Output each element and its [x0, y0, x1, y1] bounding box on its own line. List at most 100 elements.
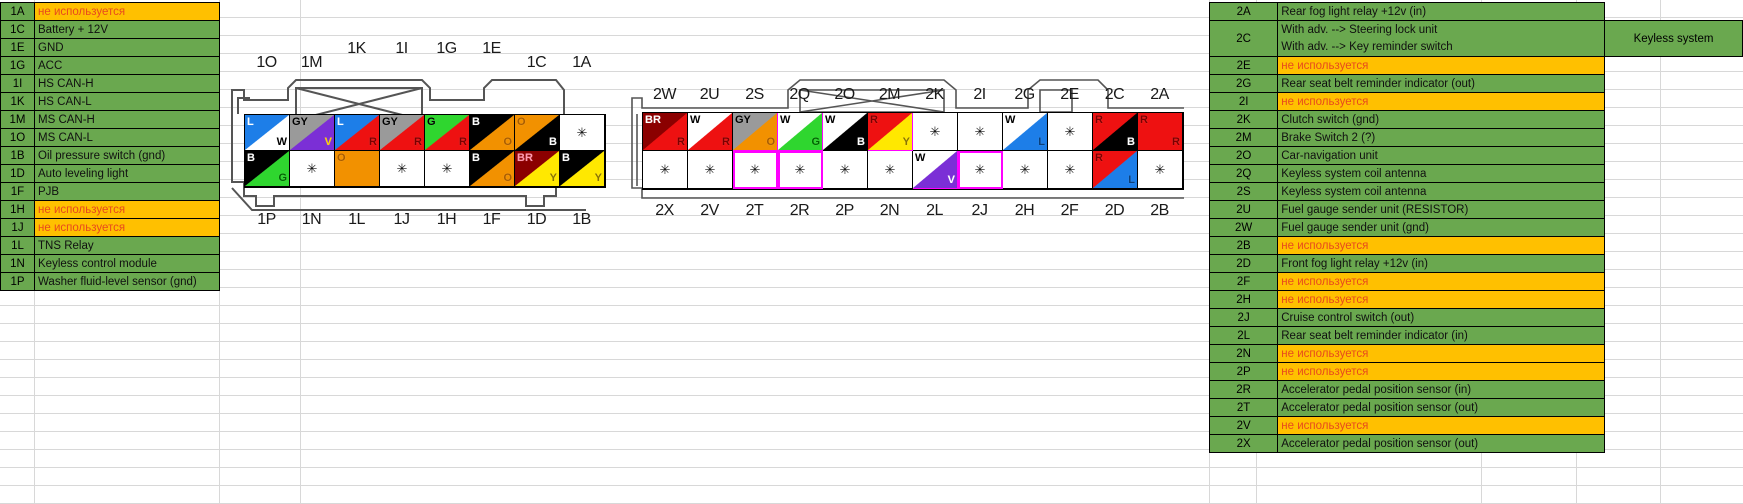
pin-description-cell[interactable]: не используется: [1277, 236, 1606, 255]
table-row[interactable]: 2V не используется: [1208, 416, 1743, 435]
pin-cell-2r[interactable]: ✳: [778, 151, 823, 189]
pin-id-cell[interactable]: 1L: [0, 236, 35, 255]
pin-description-cell[interactable]: With adv. --> Steering lock unit With adv…: [1277, 20, 1606, 57]
pin-description-cell[interactable]: Front fog light relay +12v (in): [1277, 254, 1606, 273]
pin-id-cell[interactable]: 2S: [1208, 182, 1279, 201]
table-row[interactable]: 1N Keyless control module: [0, 254, 220, 273]
pin-cell-2e[interactable]: ✳: [1048, 113, 1093, 151]
pin-id-cell[interactable]: 1M: [0, 110, 35, 129]
table-row[interactable]: 2G Rear seat belt reminder indicator (out…: [1208, 74, 1743, 93]
pin-id-cell[interactable]: 1D: [0, 164, 35, 183]
pin-cell-2p[interactable]: ✳: [823, 151, 868, 189]
pin-description-cell[interactable]: Fuel gauge sender unit (gnd): [1277, 218, 1606, 237]
table-row[interactable]: 2Q Keyless system coil antenna: [1208, 164, 1743, 183]
pin-id-cell[interactable]: 2K: [1208, 110, 1279, 129]
pin-description-cell[interactable]: Accelerator pedal position sensor (out): [1277, 398, 1606, 417]
pin-cell-1m[interactable]: GY V: [290, 115, 335, 151]
pin-id-cell[interactable]: 2M: [1208, 128, 1279, 147]
pin-id-cell[interactable]: 1O: [0, 128, 35, 147]
pin-description-cell[interactable]: Keyless control module: [34, 254, 220, 273]
table-row[interactable]: 2S Keyless system coil antenna: [1208, 182, 1743, 201]
pin-id-cell[interactable]: 2N: [1208, 344, 1279, 363]
pin-description-cell[interactable]: GND: [34, 38, 220, 57]
pin-id-cell[interactable]: 2A: [1208, 2, 1279, 21]
pin-cell-2s[interactable]: GY O: [733, 113, 778, 151]
pin-cell-1c[interactable]: OB: [515, 115, 560, 151]
pin-description-cell[interactable]: HS CAN-L: [34, 92, 220, 111]
table-row[interactable]: 2N не используется: [1208, 344, 1743, 363]
pin-description-cell[interactable]: PJB: [34, 182, 220, 201]
pin-description-cell[interactable]: не используется: [34, 200, 220, 219]
pin-id-cell[interactable]: 2B: [1208, 236, 1279, 255]
pin-description-cell[interactable]: не используется: [1277, 272, 1606, 291]
pin-description-cell[interactable]: Accelerator pedal position sensor (out): [1277, 434, 1606, 453]
pin-cell-1a[interactable]: ✳: [560, 115, 605, 151]
pin-description-cell[interactable]: Oil pressure switch (gnd): [34, 146, 220, 165]
pin-id-cell[interactable]: 2H: [1208, 290, 1279, 309]
pin-id-cell[interactable]: 2T: [1208, 398, 1279, 417]
table-row[interactable]: 1G ACC: [0, 56, 220, 75]
pin-id-cell[interactable]: 2E: [1208, 56, 1279, 75]
pin-cell-2b[interactable]: ✳: [1138, 151, 1183, 189]
pin-id-cell[interactable]: 2C: [1208, 20, 1279, 57]
pin-description-cell[interactable]: Car-navigation unit: [1277, 146, 1606, 165]
pin-cell-1g[interactable]: GR: [425, 115, 470, 151]
pin-cell-1j[interactable]: ✳: [380, 151, 425, 187]
pin-id-cell[interactable]: 2R: [1208, 380, 1279, 399]
pin-cell-1d[interactable]: BR Y: [515, 151, 560, 187]
pin-cell-2o[interactable]: WB: [823, 113, 868, 151]
pin-description-cell[interactable]: Brake Switch 2 (?): [1277, 128, 1606, 147]
pin-cell-1h[interactable]: ✳: [425, 151, 470, 187]
pin-description-cell[interactable]: Keyless system coil antenna: [1277, 182, 1606, 201]
pin-cell-1k[interactable]: LR: [335, 115, 380, 151]
table-row[interactable]: 1C Battery + 12V: [0, 20, 220, 39]
table-row[interactable]: 1J не используется: [0, 218, 220, 237]
pin-id-cell[interactable]: 1E: [0, 38, 35, 57]
pin-description-cell[interactable]: Battery + 12V: [34, 20, 220, 39]
pin-cell-2n[interactable]: ✳: [868, 151, 913, 189]
pin-id-cell[interactable]: 2X: [1208, 434, 1279, 453]
table-row[interactable]: 2D Front fog light relay +12v (in): [1208, 254, 1743, 273]
pin-cell-2q[interactable]: WG: [778, 113, 823, 151]
table-row[interactable]: 1K HS CAN-L: [0, 92, 220, 111]
pin-description-cell[interactable]: не используется: [1277, 416, 1606, 435]
pin-id-cell[interactable]: 1K: [0, 92, 35, 111]
pin-cell-1l[interactable]: O: [335, 151, 380, 187]
pin-id-cell[interactable]: 1I: [0, 74, 35, 93]
pin-id-cell[interactable]: 1J: [0, 218, 35, 237]
table-row[interactable]: 2H не используется: [1208, 290, 1743, 309]
pin-description-cell[interactable]: не используется: [1277, 92, 1606, 111]
table-row[interactable]: 2X Accelerator pedal position sensor (out…: [1208, 434, 1743, 453]
table-row[interactable]: 2U Fuel gauge sender unit (RESISTOR): [1208, 200, 1743, 219]
pin-id-cell[interactable]: 2P: [1208, 362, 1279, 381]
table-row[interactable]: 2R Accelerator pedal position sensor (in): [1208, 380, 1743, 399]
pin-cell-2t[interactable]: ✳: [733, 151, 778, 189]
pin-cell-1o[interactable]: LW: [245, 115, 290, 151]
table-row[interactable]: 2J Cruise control switch (out): [1208, 308, 1743, 327]
table-row[interactable]: 2B не используется: [1208, 236, 1743, 255]
pin-id-cell[interactable]: 2Q: [1208, 164, 1279, 183]
pin-id-cell[interactable]: 2V: [1208, 416, 1279, 435]
pin-description-cell[interactable]: не используется: [1277, 56, 1606, 75]
table-row[interactable]: 2C With adv. --> Steering lock unit With a…: [1208, 20, 1743, 57]
pin-cell-2u[interactable]: WR: [688, 113, 733, 151]
table-row[interactable]: 1P Washer fluid-level sensor (gnd): [0, 272, 220, 291]
table-row[interactable]: 2O Car-navigation unit: [1208, 146, 1743, 165]
pin-description-cell[interactable]: Rear seat belt reminder indicator (out): [1277, 74, 1606, 93]
pin-description-cell[interactable]: Auto leveling light: [34, 164, 220, 183]
pin-description-cell[interactable]: не используется: [1277, 290, 1606, 309]
pin-description-cell[interactable]: не используется: [1277, 344, 1606, 363]
pin-id-cell[interactable]: 1P: [0, 272, 35, 291]
pin-cell-2m[interactable]: RY: [868, 113, 913, 151]
table-row[interactable]: 1I HS CAN-H: [0, 74, 220, 93]
pin-id-cell[interactable]: 2D: [1208, 254, 1279, 273]
table-row[interactable]: 2L Rear seat belt reminder indicator (in): [1208, 326, 1743, 345]
pin-id-cell[interactable]: 1F: [0, 182, 35, 201]
pin-description-cell[interactable]: Keyless system coil antenna: [1277, 164, 1606, 183]
pin-description-cell[interactable]: Rear seat belt reminder indicator (in): [1277, 326, 1606, 345]
table-row[interactable]: 1L TNS Relay: [0, 236, 220, 255]
table-row[interactable]: 2K Clutch switch (gnd): [1208, 110, 1743, 129]
pin-description-cell[interactable]: Fuel gauge sender unit (RESISTOR): [1277, 200, 1606, 219]
table-row[interactable]: 1B Oil pressure switch (gnd): [0, 146, 220, 165]
pin-id-cell[interactable]: 1N: [0, 254, 35, 273]
